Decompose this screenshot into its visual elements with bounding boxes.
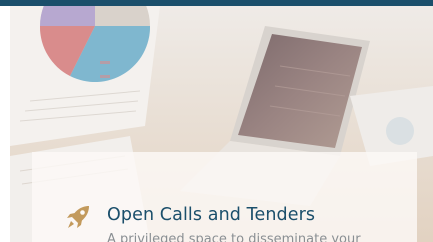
card-description: A privileged space to disseminate your [107, 232, 361, 242]
rocket-icon [67, 206, 89, 228]
card-title[interactable]: Open Calls and Tenders [107, 205, 315, 225]
hero-banner: Open Calls and Tenders A privileged spac… [10, 6, 433, 242]
open-calls-card[interactable]: Open Calls and Tenders A privileged spac… [32, 152, 417, 242]
